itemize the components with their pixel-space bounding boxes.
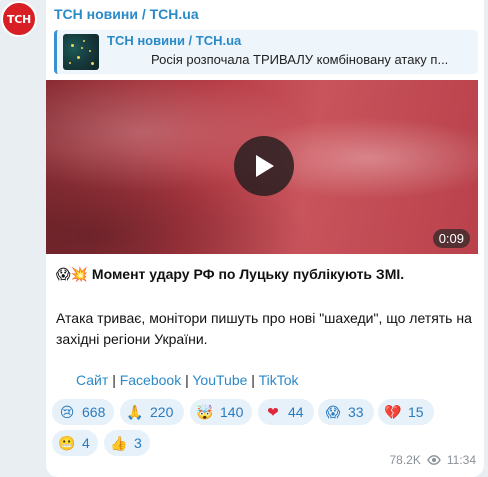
play-button[interactable] bbox=[234, 136, 294, 196]
reaction-folded-hands[interactable]: 🙏 220 bbox=[120, 399, 184, 425]
post-headline: 😱💥 Момент удару РФ по Луцьку публікують … bbox=[56, 266, 404, 283]
exploding-head-icon: 🤯 bbox=[196, 404, 214, 420]
reaction-count: 4 bbox=[82, 435, 90, 451]
reaction-count: 33 bbox=[348, 404, 364, 420]
red-heart-icon: ❤ bbox=[267, 404, 279, 420]
reaction-count: 668 bbox=[82, 404, 106, 420]
reaction-exploding-head[interactable]: 🤯 140 bbox=[190, 399, 252, 425]
reaction-count: 3 bbox=[134, 435, 142, 451]
view-count: 78.2K bbox=[389, 453, 421, 467]
reaction-crying[interactable]: 😢 668 bbox=[52, 399, 114, 425]
folded-hands-icon: 🙏 bbox=[126, 404, 144, 420]
reaction-count: 44 bbox=[288, 404, 304, 420]
broken-heart-icon: 💔 bbox=[384, 404, 402, 420]
message-bubble: ТСН новини / TCH.ua ТСН новини / TCH.ua … bbox=[46, 0, 484, 477]
reaction-thumbs-up[interactable]: 👍 3 bbox=[104, 430, 150, 456]
link-separator: | bbox=[112, 372, 116, 388]
post-time: 11:34 bbox=[446, 453, 476, 467]
social-links: Сайт | Facebook | YouTube | TikTok bbox=[76, 372, 299, 388]
channel-avatar[interactable]: ТСН bbox=[1, 1, 37, 37]
forwarded-thumbnail bbox=[63, 34, 99, 70]
headline-emoji: 😱💥 bbox=[56, 266, 89, 282]
reaction-heart[interactable]: ❤ 44 bbox=[258, 399, 314, 425]
message-meta: 78.2K 11:34 bbox=[390, 453, 477, 467]
grimacing-face-icon: 😬 bbox=[58, 435, 76, 451]
avatar-text: ТСН bbox=[7, 12, 31, 26]
forwarded-title: ТСН новини / TCH.ua bbox=[107, 33, 242, 48]
post-body: Атака триває, монітори пишуть про нові "… bbox=[56, 310, 472, 347]
headline-text: Момент удару РФ по Луцьку публікують ЗМІ… bbox=[91, 266, 405, 282]
reaction-count: 15 bbox=[408, 404, 424, 420]
reaction-screaming[interactable]: 😱 33 bbox=[318, 399, 374, 425]
forwarded-reply[interactable]: ТСН новини / TCH.ua Росія розпочала ТРИВ… bbox=[54, 30, 478, 74]
link-separator: | bbox=[251, 372, 255, 388]
link-separator: | bbox=[185, 372, 189, 388]
eye-icon bbox=[427, 455, 441, 465]
reaction-grimacing[interactable]: 😬 4 bbox=[52, 430, 98, 456]
play-icon bbox=[256, 155, 274, 177]
video-duration: 0:09 bbox=[432, 229, 470, 248]
reaction-broken-heart[interactable]: 💔 15 bbox=[378, 399, 434, 425]
video-preview[interactable]: 0:09 bbox=[46, 80, 478, 254]
link-youtube[interactable]: YouTube bbox=[192, 372, 247, 388]
link-facebook[interactable]: Facebook bbox=[120, 372, 181, 388]
screaming-face-icon: 😱 bbox=[325, 404, 341, 420]
crying-face-icon: 😢 bbox=[59, 404, 75, 420]
reaction-count: 220 bbox=[150, 404, 174, 420]
channel-name[interactable]: ТСН новини / TCH.ua bbox=[54, 6, 199, 22]
link-site[interactable]: Сайт bbox=[76, 372, 108, 388]
thumbs-up-icon: 👍 bbox=[110, 435, 128, 451]
forwarded-text: Росія розпочала ТРИВАЛУ комбіновану атак… bbox=[151, 52, 449, 67]
reaction-count: 140 bbox=[220, 404, 244, 420]
link-tiktok[interactable]: TikTok bbox=[259, 372, 299, 388]
